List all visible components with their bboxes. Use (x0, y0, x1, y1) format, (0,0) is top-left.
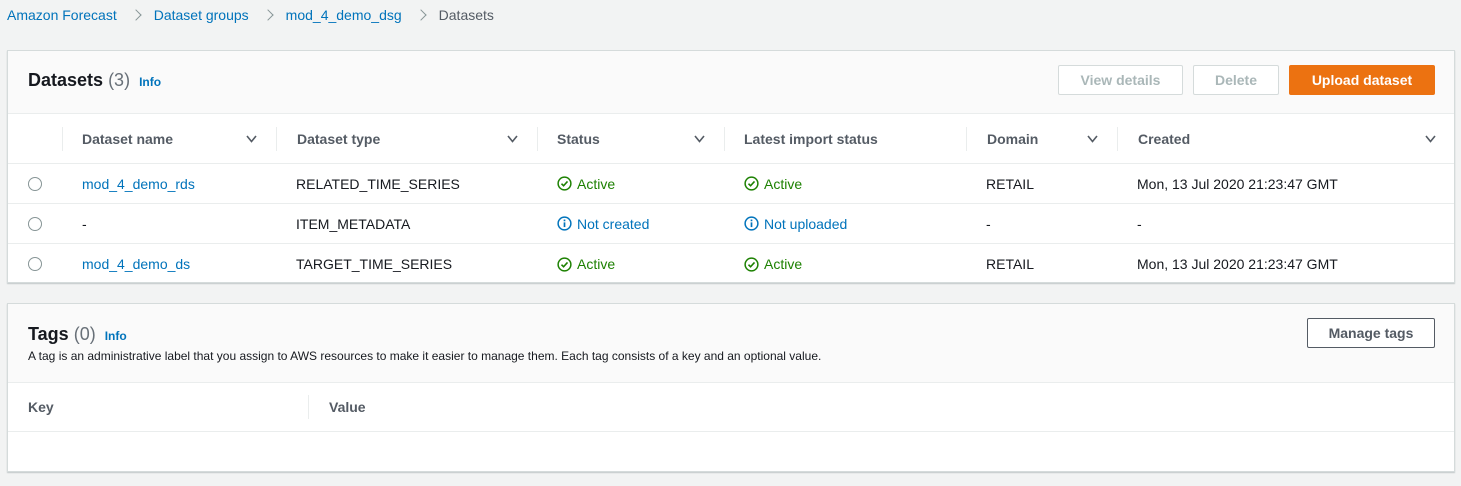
import-status-cell: Active (744, 244, 802, 284)
import-status-text: Not uploaded (764, 215, 848, 232)
column-divider (276, 127, 277, 151)
column-divider (724, 127, 725, 151)
column-divider (308, 395, 309, 419)
tags-panel-header: Tags (0) Info A tag is an administrative… (8, 304, 1454, 382)
chevron-right-icon (130, 9, 142, 21)
import-status-text: Active (764, 175, 803, 192)
column-header-value[interactable]: Value (329, 383, 366, 431)
import-status-text: Active (764, 256, 803, 272)
row-select-radio[interactable] (28, 257, 42, 271)
status-success-icon (557, 176, 572, 191)
status-success-icon (744, 256, 759, 272)
dataset-type: RELATED_TIME_SERIES (296, 175, 460, 192)
column-divider (537, 127, 538, 151)
caret-down-icon[interactable] (1087, 135, 1098, 143)
status-text: Active (577, 175, 616, 192)
domain: RETAIL (986, 175, 1034, 192)
breadcrumb-current: Datasets (438, 7, 494, 23)
datasets-panel: Datasets (3) Info View details Delete Up… (7, 50, 1455, 283)
caret-down-icon[interactable] (694, 135, 705, 143)
column-divider (966, 127, 967, 151)
status-success-icon (744, 176, 759, 191)
tags-count: (0) (73, 324, 96, 344)
column-divider (1117, 127, 1118, 151)
status-text: Active (577, 256, 616, 272)
breadcrumb-dataset-group[interactable]: mod_4_demo_dsg (286, 7, 402, 23)
status-info-icon (557, 216, 572, 231)
tags-description: A tag is an administrative label that yo… (28, 349, 822, 363)
tags-title: Tags (0) Info (28, 324, 127, 345)
import-status-cell: Active (744, 164, 802, 203)
manage-tags-button[interactable]: Manage tags (1307, 318, 1435, 348)
tags-panel: Tags (0) Info A tag is an administrative… (7, 303, 1455, 472)
breadcrumb-dataset-groups[interactable]: Dataset groups (154, 7, 249, 23)
column-header-dataset-name[interactable]: Dataset name (82, 115, 173, 163)
column-header-domain[interactable]: Domain (987, 115, 1038, 163)
delete-button[interactable]: Delete (1193, 65, 1279, 95)
dataset-name: - (82, 215, 87, 232)
column-header-created[interactable]: Created (1138, 115, 1190, 163)
status-cell: Active (557, 244, 615, 284)
dataset-name-link[interactable]: mod_4_demo_ds (82, 244, 190, 284)
datasets-table-header: Dataset name Dataset type Status Latest … (8, 115, 1454, 164)
datasets-panel-header: Datasets (3) Info View details Delete Up… (8, 51, 1454, 114)
domain: - (986, 215, 991, 232)
table-row[interactable]: mod_4_demo_rds RELATED_TIME_SERIES Activ… (8, 164, 1454, 204)
table-row[interactable]: - ITEM_METADATA Not created Not uploaded… (8, 204, 1454, 244)
table-row[interactable]: mod_4_demo_ds TARGET_TIME_SERIES Active … (8, 244, 1454, 284)
column-header-latest-import-status[interactable]: Latest import status (744, 115, 878, 163)
created-date: - (1137, 215, 1142, 232)
column-divider (62, 127, 63, 151)
status-success-icon (557, 256, 572, 272)
row-select-radio[interactable] (28, 217, 42, 231)
chevron-right-icon (414, 9, 427, 21)
dataset-type: ITEM_METADATA (296, 215, 411, 232)
column-header-status[interactable]: Status (557, 115, 600, 163)
datasets-title-text: Datasets (28, 70, 104, 90)
tags-title-text: Tags (28, 324, 69, 344)
tags-table-header: Key Value (8, 382, 1454, 432)
caret-down-icon[interactable] (246, 135, 257, 143)
created-date: Mon, 13 Jul 2020 21:23:47 GMT (1137, 256, 1338, 272)
column-header-key[interactable]: Key (28, 383, 54, 431)
chevron-right-icon (262, 9, 274, 21)
status-info-icon (744, 216, 759, 231)
dataset-type: TARGET_TIME_SERIES (296, 256, 453, 272)
datasets-title: Datasets (3) Info (28, 70, 161, 91)
breadcrumb: Amazon Forecast Dataset groups mod_4_dem… (7, 6, 494, 24)
breadcrumb-amazon-forecast[interactable]: Amazon Forecast (7, 7, 117, 23)
status-text: Not created (577, 215, 650, 232)
status-cell: Not created (557, 204, 649, 243)
caret-down-icon[interactable] (1425, 135, 1436, 143)
dataset-name-link[interactable]: mod_4_demo_rds (82, 164, 195, 203)
upload-dataset-button[interactable]: Upload dataset (1289, 65, 1435, 95)
caret-down-icon[interactable] (507, 135, 518, 143)
view-details-button[interactable]: View details (1058, 65, 1183, 95)
row-select-radio[interactable] (28, 177, 42, 191)
datasets-count: (3) (108, 70, 131, 90)
datasets-info-link[interactable]: Info (139, 75, 161, 89)
import-status-cell: Not uploaded (744, 204, 847, 243)
tags-info-link[interactable]: Info (105, 329, 127, 343)
created-date: Mon, 13 Jul 2020 21:23:47 GMT (1137, 175, 1338, 192)
status-cell: Active (557, 164, 615, 203)
column-header-dataset-type[interactable]: Dataset type (297, 115, 380, 163)
domain: RETAIL (986, 256, 1034, 272)
